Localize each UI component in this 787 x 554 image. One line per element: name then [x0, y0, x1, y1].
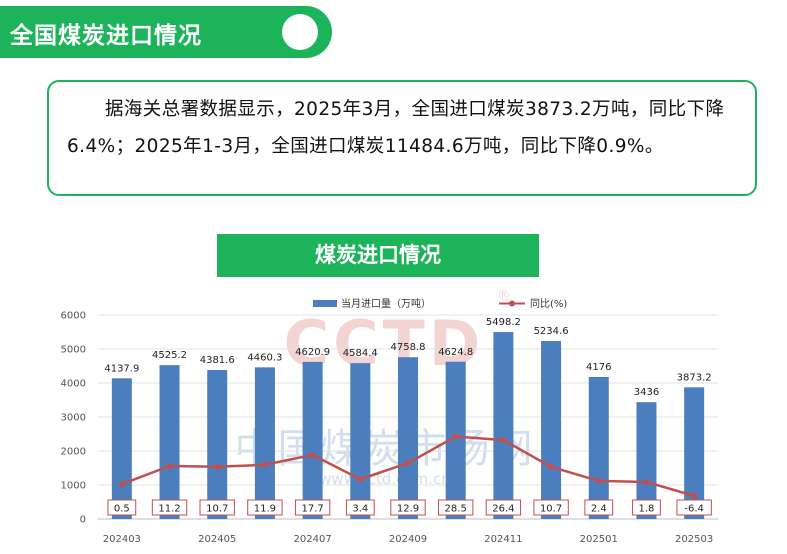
yoy-label-text: 10.7 — [206, 504, 228, 515]
yoy-value-label: 0.5 — [107, 499, 137, 516]
coal-import-chart: CCTD®中国煤炭市场网www.cctd.com.cn 当月进口量（万吨） 同比(… — [61, 288, 718, 545]
yoy-marker — [643, 478, 650, 485]
yoy-value-label: 12.9 — [390, 499, 426, 516]
yoy-label-text: -6.4 — [684, 504, 704, 515]
yoy-value-label: 3.4 — [345, 499, 375, 516]
bar-value-label: 4460.3 — [247, 352, 282, 363]
yoy-label-text: 17.7 — [301, 504, 323, 515]
yoy-value-label: 28.5 — [437, 499, 474, 516]
bar-value-label: 4176 — [586, 362, 611, 373]
yoy-value-label: 17.7 — [294, 499, 331, 516]
bar-value-label: 4381.6 — [200, 355, 235, 366]
yoy-value-label: 11.9 — [247, 499, 283, 516]
legend-line-label: 同比(%) — [530, 298, 567, 310]
yoy-value-label: 10.7 — [199, 499, 235, 516]
yoy-value-label: 11.2 — [151, 499, 188, 516]
yoy-label-text: 3.4 — [352, 504, 368, 515]
yoy-marker — [452, 433, 459, 440]
y-tick-label: 6000 — [61, 311, 86, 322]
bar-value-label: 4584.4 — [343, 348, 378, 359]
yoy-label-text: 11.2 — [158, 504, 180, 515]
yoy-marker — [500, 437, 507, 444]
bar — [588, 377, 609, 519]
header-circle-decoration — [282, 14, 318, 50]
bar — [302, 361, 323, 519]
yoy-marker — [214, 463, 221, 470]
bar-value-label: 5234.6 — [534, 326, 569, 337]
bar — [493, 332, 514, 519]
y-tick-label: 2000 — [61, 447, 86, 458]
x-tick-label: 202411 — [484, 534, 522, 545]
yoy-label-text: 11.9 — [254, 504, 276, 515]
yoy-label-text: 12.9 — [397, 504, 419, 515]
y-tick-label: 4000 — [61, 379, 86, 390]
yoy-label-text: 0.5 — [114, 504, 130, 515]
yoy-label-text: 2.4 — [591, 504, 607, 515]
yoy-marker — [548, 463, 555, 470]
yoy-value-label: 10.7 — [533, 499, 569, 516]
header-bar: 全国煤炭进口情况 — [0, 6, 332, 58]
bar — [207, 370, 228, 519]
x-tick-label: 202409 — [389, 534, 427, 545]
bar — [684, 387, 705, 519]
bar-value-label: 4624.8 — [438, 347, 473, 358]
bar-value-label: 4525.2 — [152, 350, 187, 361]
yoy-marker — [595, 477, 602, 484]
bar-value-label: 4620.9 — [295, 347, 330, 358]
x-tick-label: 202501 — [580, 534, 618, 545]
yoy-marker — [261, 461, 268, 468]
yoy-value-label: 1.8 — [632, 499, 661, 516]
y-axis: 0 1000 2000 3000 4000 5000 6000 — [61, 311, 86, 526]
summary-box: 据海关总署数据显示，2025年3月，全国进口煤炭3873.2万吨，同比下降6.4… — [47, 80, 757, 196]
yoy-marker — [691, 492, 698, 499]
yoy-label-text: 26.4 — [492, 504, 514, 515]
bar — [541, 341, 562, 519]
watermark-cn: 中国煤炭市场网 — [235, 426, 536, 472]
legend-bar-swatch — [313, 300, 337, 307]
y-tick-label: 3000 — [61, 413, 86, 424]
bar-value-label: 5498.2 — [486, 317, 521, 328]
bar-value-label: 3873.2 — [677, 372, 712, 383]
yoy-marker — [166, 462, 173, 469]
yoy-value-label: 26.4 — [485, 499, 522, 516]
bar-value-label: 4758.8 — [391, 342, 426, 353]
summary-text: 据海关总署数据显示，2025年3月，全国进口煤炭3873.2万吨，同比下降6.4… — [67, 99, 725, 157]
y-tick-label: 0 — [80, 515, 86, 526]
bar — [398, 357, 418, 519]
legend-bar-label: 当月进口量（万吨） — [341, 297, 431, 310]
bar-value-label: 3436 — [634, 387, 659, 398]
x-tick-label: 202403 — [103, 534, 141, 545]
y-tick-label: 1000 — [61, 481, 86, 492]
y-tick-label: 5000 — [61, 345, 86, 356]
x-axis: 202403 202405 202407 202409 202411 202501 2025… — [103, 534, 713, 545]
legend-line-marker — [509, 300, 515, 307]
bar — [159, 365, 180, 519]
page-title: 全国煤炭进口情况 — [10, 23, 202, 49]
yoy-label-text: 28.5 — [445, 504, 467, 515]
chart-title: 煤炭进口情况 — [315, 243, 441, 267]
yoy-label-text: 10.7 — [540, 504, 562, 515]
x-tick-label: 202407 — [294, 534, 332, 545]
yoy-label-text: 1.8 — [639, 504, 655, 515]
chart-title-box: 煤炭进口情况 — [217, 234, 539, 277]
bar — [111, 378, 132, 519]
yoy-marker — [118, 481, 125, 488]
yoy-marker — [405, 460, 411, 467]
yoy-value-label: -6.4 — [676, 499, 712, 516]
x-tick-label: 202405 — [198, 534, 236, 545]
yoy-value-label: 2.4 — [584, 499, 614, 516]
x-tick-label: 202503 — [675, 534, 713, 545]
bar — [254, 367, 275, 519]
yoy-marker — [357, 476, 364, 483]
bar-value-label: 4137.9 — [104, 363, 139, 374]
yoy-marker — [309, 451, 316, 458]
watermark-registered: ® — [497, 288, 511, 304]
bar — [350, 363, 371, 519]
